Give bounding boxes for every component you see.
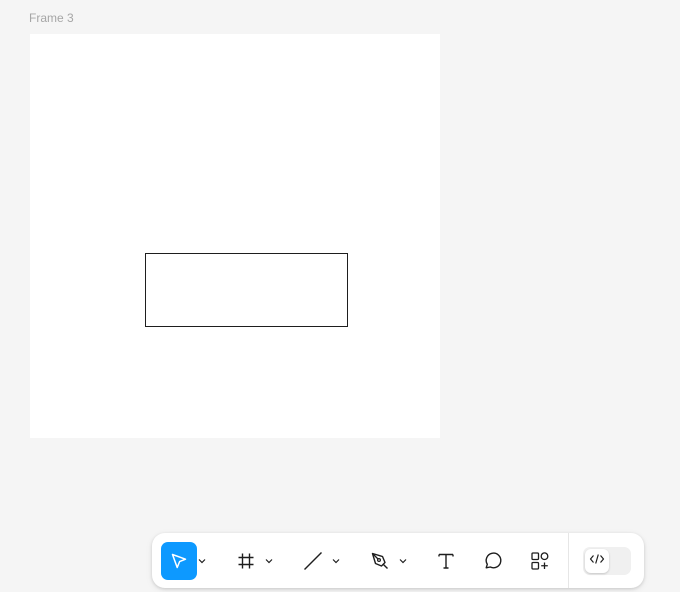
line-icon [302,550,324,572]
design-canvas[interactable]: Frame 3 [0,0,680,592]
actions-tool[interactable] [522,542,558,580]
code-brackets-icon [589,552,605,570]
actions-tool-button[interactable] [522,542,558,580]
shapes-plus-icon [529,550,551,572]
chevron-down-icon [399,558,407,564]
dev-mode-toggle[interactable] [583,547,631,575]
frame-hash-icon [236,551,256,571]
text-icon [436,551,456,571]
line-tool-button[interactable] [295,542,331,580]
text-tool-button[interactable] [428,542,464,580]
pen-icon [369,550,391,572]
frame-tool-dropdown[interactable] [264,542,274,580]
line-tool-dropdown[interactable] [331,542,341,580]
move-tool[interactable] [161,542,207,580]
frame-label[interactable]: Frame 3 [29,11,74,25]
line-tool[interactable] [295,542,341,580]
text-tool[interactable] [428,542,464,580]
pen-tool-button[interactable] [362,542,398,580]
frame[interactable] [30,34,440,438]
comment-bubble-icon [482,550,504,572]
frame-tool-button[interactable] [228,542,264,580]
pen-tool[interactable] [362,542,408,580]
pen-tool-dropdown[interactable] [398,542,408,580]
bottom-toolbar [152,533,644,588]
dev-mode-knob[interactable] [585,549,609,573]
chevron-down-icon [265,558,273,564]
cursor-arrow-icon [169,551,189,571]
rectangle-shape[interactable] [145,253,348,327]
chevron-down-icon [332,558,340,564]
frame-tool[interactable] [228,542,274,580]
comment-tool-button[interactable] [475,542,511,580]
comment-tool[interactable] [475,542,511,580]
chevron-down-icon [198,558,206,564]
move-tool-button[interactable] [161,542,197,580]
move-tool-dropdown[interactable] [197,542,207,580]
toolbar-divider [568,533,569,588]
